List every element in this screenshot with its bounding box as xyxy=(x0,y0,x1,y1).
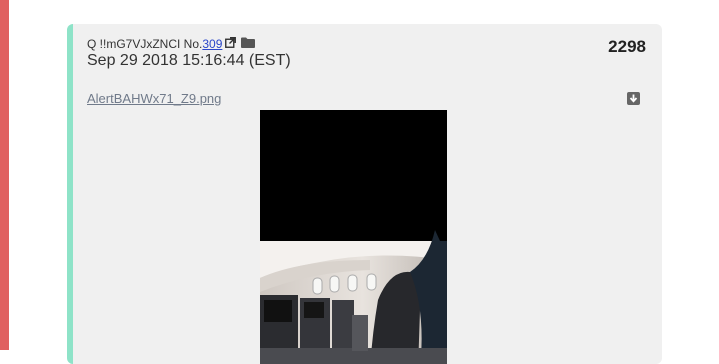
author-line: Q !!mG7VJxZNCI No. 309 xyxy=(87,37,291,52)
download-icon[interactable] xyxy=(627,92,640,105)
post-number-link[interactable]: 309 xyxy=(202,37,222,52)
post-card: Q !!mG7VJxZNCI No. 309 Sep 29 2018 15:16… xyxy=(67,24,662,364)
author-name: Q !!mG7VJxZNCI No. xyxy=(87,37,203,51)
post-timestamp: Sep 29 2018 15:16:44 (EST) xyxy=(87,52,291,69)
attachment-filename-link[interactable]: AlertBAHWx71_Z9.png xyxy=(87,91,221,106)
post-header: Q !!mG7VJxZNCI No. 309 Sep 29 2018 15:16… xyxy=(87,37,291,69)
folder-icon[interactable] xyxy=(241,37,256,52)
left-accent-bar xyxy=(0,0,9,350)
post-count: 2298 xyxy=(608,37,646,56)
external-link-icon[interactable] xyxy=(225,37,237,52)
attached-image[interactable] xyxy=(260,110,447,364)
post-accent-bar xyxy=(67,24,73,364)
